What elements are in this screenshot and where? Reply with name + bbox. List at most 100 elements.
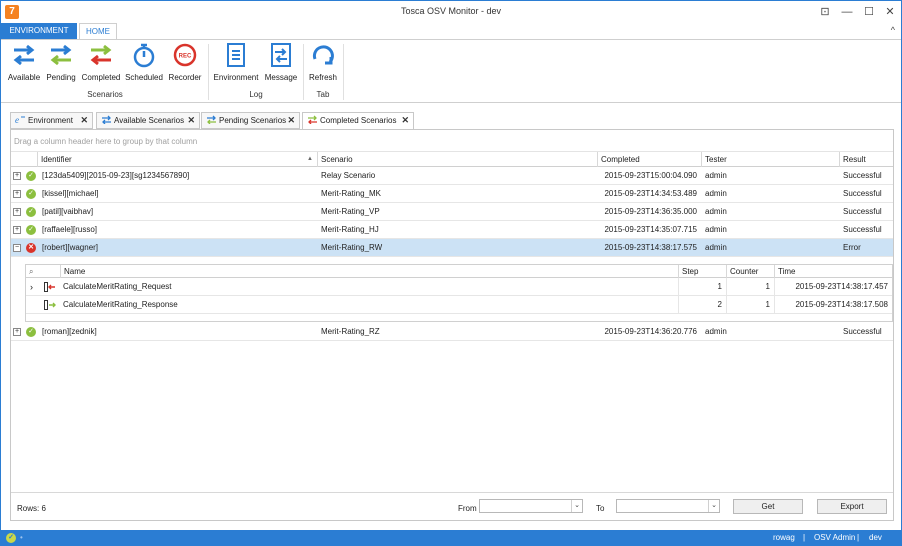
completed-icon xyxy=(90,44,112,66)
doc-tab-label: Available Scenarios xyxy=(114,116,185,125)
message-button[interactable]: Message xyxy=(261,42,301,84)
tester-cell: admin xyxy=(705,171,727,180)
scenario-cell: Merit-Rating_MK xyxy=(321,189,382,198)
expand-row-icon[interactable]: + xyxy=(13,172,21,180)
identifier-cell: [roman][zednik] xyxy=(42,327,97,336)
tester-cell: admin xyxy=(705,327,727,336)
table-row[interactable]: + ✓ [roman][zednik] Merit-Rating_RZ 2015… xyxy=(11,323,893,341)
to-dropdown[interactable]: ⌄ xyxy=(616,499,720,513)
close-tab-icon[interactable]: ✕ xyxy=(187,113,195,128)
refresh-icon xyxy=(312,45,334,65)
status-dot-icon: • xyxy=(20,533,23,542)
step-cell: 2 xyxy=(678,296,726,314)
export-button[interactable]: Export xyxy=(817,499,887,514)
identifier-cell: [patil][vaibhav] xyxy=(42,207,94,216)
connection-ok-icon: ✓ xyxy=(6,533,16,543)
doc-tab-environment[interactable]: e Environment ✕ xyxy=(10,112,93,129)
available-label: Available xyxy=(7,73,41,82)
completed-label: Completed xyxy=(81,73,121,82)
column-header-step[interactable]: Step xyxy=(678,265,726,278)
minimize-button[interactable]: — xyxy=(837,4,857,20)
table-row[interactable]: + ✓ [kissel][michael] Merit-Rating_MK 20… xyxy=(11,185,893,203)
environment-button[interactable]: Environment xyxy=(212,42,260,84)
status-separator: | xyxy=(857,533,860,542)
refresh-label: Refresh xyxy=(308,73,337,82)
collapse-ribbon-icon[interactable]: ^ xyxy=(891,25,895,35)
chevron-down-icon: ⌄ xyxy=(571,500,582,512)
expand-row-icon[interactable]: + xyxy=(13,208,21,216)
column-header-scenario[interactable]: Scenario xyxy=(317,152,597,167)
success-icon: ✓ xyxy=(26,327,36,337)
column-header-result[interactable]: Result xyxy=(839,152,893,167)
from-dropdown[interactable]: ⌄ xyxy=(479,499,583,513)
step-cell: 1 xyxy=(678,278,726,296)
counter-cell: 1 xyxy=(726,296,774,314)
expand-row-icon[interactable]: + xyxy=(13,190,21,198)
group-tab: Tab xyxy=(316,90,330,99)
app-window: 7 Tosca OSV Monitor - dev ⊡ — ☐ ✕ ENVIRO… xyxy=(0,0,902,546)
name-cell: CalculateMeritRating_Request xyxy=(63,282,172,291)
group-by-area[interactable]: Drag a column header here to group by th… xyxy=(11,130,893,152)
counter-cell: 1 xyxy=(726,278,774,296)
window-title: Tosca OSV Monitor - dev xyxy=(400,6,502,16)
group-scenarios: Scenarios xyxy=(87,90,123,99)
completed-cell: 2015-09-23T14:38:17.575 xyxy=(604,243,697,252)
tester-cell: admin xyxy=(705,189,727,198)
column-header-time[interactable]: Time xyxy=(774,265,892,278)
detail-row[interactable]: CalculateMeritRating_Response 2 1 2015-0… xyxy=(26,296,892,314)
expand-row-icon[interactable]: + xyxy=(13,328,21,336)
refresh-button[interactable]: Refresh xyxy=(305,42,341,84)
column-header-counter[interactable]: Counter xyxy=(726,265,774,278)
close-button[interactable]: ✕ xyxy=(880,4,900,20)
result-cell: Successful xyxy=(843,189,882,198)
doc-tab-pending-scenarios[interactable]: Pending Scenarios ✕ xyxy=(201,112,300,129)
pending-button[interactable]: Pending xyxy=(43,42,79,84)
table-row[interactable]: + ✓ [raffaele][russo] Merit-Rating_HJ 20… xyxy=(11,221,893,239)
search-icon[interactable]: ⌕ xyxy=(26,265,46,278)
identifier-header-label: Identifier xyxy=(41,155,72,164)
column-header-identifier[interactable]: Identifier ▲ xyxy=(37,152,317,167)
group-separator xyxy=(343,44,344,100)
recorder-button[interactable]: REC Recorder xyxy=(166,42,204,84)
available-tab-icon xyxy=(102,115,111,124)
time-cell: 2015-09-23T14:38:17.457 xyxy=(774,278,892,296)
restore-icon[interactable]: ⊡ xyxy=(815,4,835,20)
scenario-cell: Merit-Rating_RW xyxy=(321,243,383,252)
scenario-cell: Merit-Rating_RZ xyxy=(321,327,380,336)
identifier-cell: [robert][wagner] xyxy=(42,243,99,252)
tester-cell: admin xyxy=(705,243,727,252)
detail-row[interactable]: › CalculateMeritRating_Request 1 1 2015-… xyxy=(26,278,892,296)
tab-environment[interactable]: ENVIRONMENT xyxy=(1,23,77,39)
request-icon xyxy=(44,282,55,292)
table-row[interactable]: + ✓ [patil][vaibhav] Merit-Rating_VP 201… xyxy=(11,203,893,221)
row-pointer-icon: › xyxy=(30,282,33,292)
expand-row-icon[interactable]: + xyxy=(13,226,21,234)
completed-scenarios-panel: Drag a column header here to group by th… xyxy=(10,129,894,521)
tab-home[interactable]: HOME xyxy=(79,23,117,40)
column-header-name[interactable]: Name xyxy=(60,265,678,278)
completed-cell: 2015-09-23T14:34:53.489 xyxy=(604,189,697,198)
doc-tab-available-scenarios[interactable]: Available Scenarios ✕ xyxy=(96,112,200,129)
doc-tab-completed-scenarios[interactable]: Completed Scenarios ✕ xyxy=(302,112,414,130)
close-tab-icon[interactable]: ✕ xyxy=(287,113,295,128)
response-icon xyxy=(44,300,56,310)
detail-header: ⌕ Name Step Counter Time xyxy=(26,265,892,278)
column-header-completed[interactable]: Completed xyxy=(597,152,701,167)
available-button[interactable]: Available xyxy=(5,42,43,84)
message-label: Message xyxy=(264,73,298,82)
table-row[interactable]: + ✓ [123da5409][2015-09-23][sg1234567890… xyxy=(11,167,893,185)
completed-cell: 2015-09-23T14:35:07.715 xyxy=(604,225,697,234)
status-separator: | xyxy=(803,533,806,542)
completed-button[interactable]: Completed xyxy=(80,42,122,84)
collapse-row-icon[interactable]: − xyxy=(13,244,21,252)
ribbon: Available Pending Completed Scheduled RE… xyxy=(1,39,901,103)
get-button[interactable]: Get xyxy=(733,499,803,514)
table-row-selected[interactable]: − ✕ [robert][wagner] Merit-Rating_RW 201… xyxy=(11,239,893,257)
close-tab-icon[interactable]: ✕ xyxy=(80,113,88,128)
success-icon: ✓ xyxy=(26,225,36,235)
close-tab-icon[interactable]: ✕ xyxy=(401,113,409,128)
column-header-tester[interactable]: Tester xyxy=(701,152,839,167)
scheduled-button[interactable]: Scheduled xyxy=(123,42,165,84)
maximize-button[interactable]: ☐ xyxy=(859,4,879,20)
name-cell: CalculateMeritRating_Response xyxy=(63,300,178,309)
